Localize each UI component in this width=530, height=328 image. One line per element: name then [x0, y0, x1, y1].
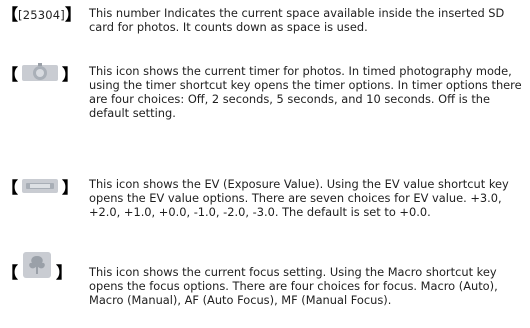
- ev-marker: 【 】: [2, 177, 78, 199]
- close-bracket: 】: [64, 5, 81, 24]
- count-marker: 【 [25304] 】: [2, 5, 81, 24]
- photo-count: 25304: [22, 8, 61, 22]
- timer-marker: 【 】: [2, 62, 78, 88]
- ev-icon: [20, 175, 60, 201]
- timer-icon: [20, 62, 60, 88]
- open-bracket: 【: [2, 5, 19, 24]
- focus-marker: 【 】: [2, 250, 72, 284]
- ev-description: This icon shows the EV (Exposure Value).…: [89, 177, 509, 219]
- focus-icon: [20, 249, 54, 285]
- timer-description: This icon shows the current timer for ph…: [89, 64, 522, 120]
- sd-card-description: This number Indicates the current space …: [89, 6, 505, 34]
- focus-description: This icon shows the current focus settin…: [89, 265, 498, 307]
